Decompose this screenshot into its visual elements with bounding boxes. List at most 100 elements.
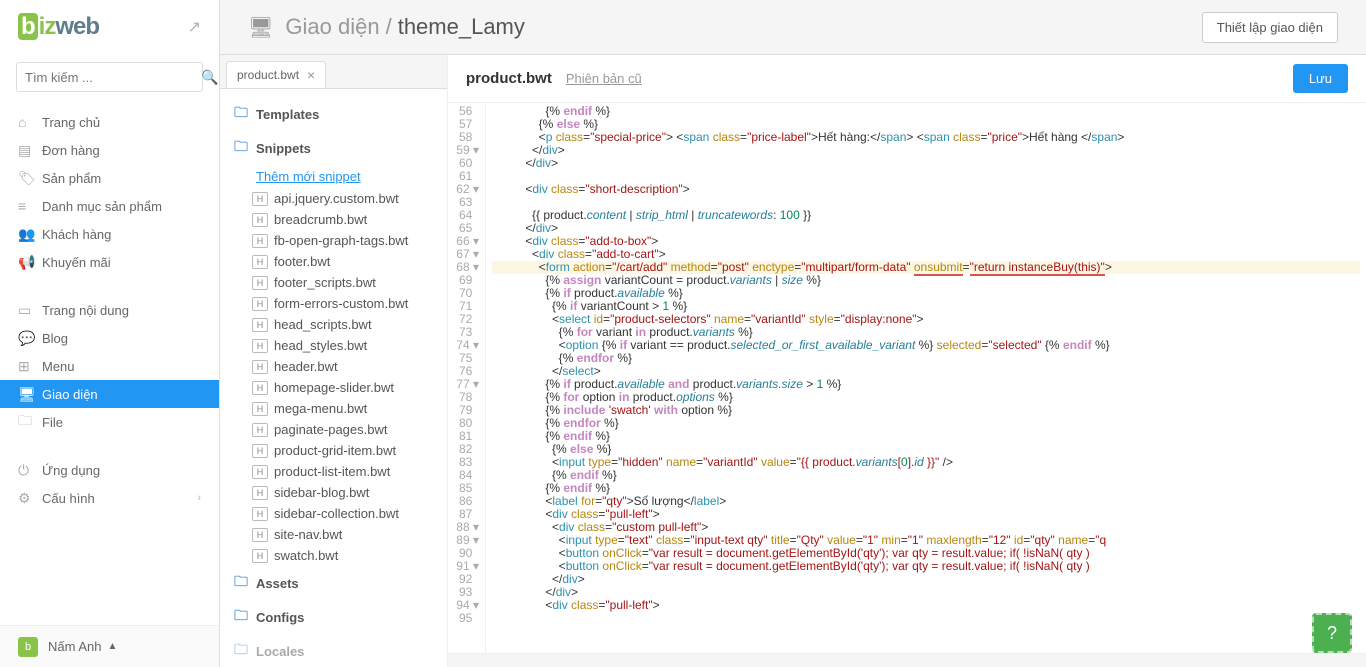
folder-icon: 🗀 (234, 605, 248, 629)
file-icon: H (252, 465, 268, 479)
code-content[interactable]: {% endif %} {% else %} <p class="special… (486, 103, 1366, 653)
orders-icon: ▤ (18, 142, 42, 159)
file-icon: H (252, 360, 268, 374)
folder-locales[interactable]: 🗀Locales (220, 634, 447, 667)
search-box[interactable]: 🔍 (16, 62, 203, 92)
page-header: 🖥 Giao diện / theme_Lamy Thiết lập giao … (220, 0, 1366, 54)
search-input[interactable] (25, 70, 201, 85)
folder-icon: 🗀 (234, 136, 248, 160)
editor-tabs: product.bwt × (220, 55, 447, 89)
megaphone-icon: 📢 (18, 254, 42, 271)
file-icon: H (252, 381, 268, 395)
help-button[interactable]: ? (1312, 613, 1352, 653)
horizontal-scrollbar[interactable] (448, 653, 1366, 667)
old-version-link[interactable]: Phiên bản cũ (566, 71, 642, 86)
sidebar: bizweb ↗ 🔍 ⌂Trang chủ ▤Đơn hàng 🏷Sản phẩ… (0, 0, 220, 667)
tag-icon: 🏷 (18, 170, 42, 187)
save-button[interactable]: Lưu (1293, 64, 1348, 93)
nav-theme[interactable]: 🖥Giao diện (0, 380, 219, 408)
monitor-icon: 🖥 (18, 386, 42, 403)
file-tree[interactable]: 🗀Templates 🗀Snippets Thêm mới snippet Ha… (220, 89, 447, 667)
folder-icon: 🗀 (234, 571, 248, 595)
folder-templates[interactable]: 🗀Templates (220, 97, 447, 131)
nav-pages[interactable]: ▭Trang nội dung (0, 296, 219, 324)
nav-home[interactable]: ⌂Trang chủ (0, 108, 219, 136)
breadcrumb-sep: / (386, 14, 392, 40)
file-item[interactable]: Hapi.jquery.custom.bwt (220, 188, 447, 209)
nav-blog[interactable]: 💬Blog (0, 324, 219, 352)
file-icon: H (252, 507, 268, 521)
file-icon: H (252, 192, 268, 206)
file-icon: H (252, 528, 268, 542)
gears-icon: ⚙ (18, 490, 42, 507)
file-item[interactable]: Hfooter.bwt (220, 251, 447, 272)
file-icon: H (252, 213, 268, 227)
nav-customers[interactable]: 👥Khách hàng (0, 220, 219, 248)
nav-promotions[interactable]: 📢Khuyến mãi (0, 248, 219, 276)
nav-products[interactable]: 🏷Sản phẩm (0, 164, 219, 192)
editor-filename: product.bwt (466, 70, 552, 87)
editor-header: product.bwt Phiên bản cũ Lưu (448, 55, 1366, 103)
file-icon: H (252, 423, 268, 437)
file-item[interactable]: Hhead_scripts.bwt (220, 314, 447, 335)
file-item[interactable]: Hform-errors-custom.bwt (220, 293, 447, 314)
file-item[interactable]: Hmega-menu.bwt (220, 398, 447, 419)
file-icon: H (252, 549, 268, 563)
folder-icon: 🗀 (18, 410, 42, 434)
folder-configs[interactable]: 🗀Configs (220, 600, 447, 634)
file-icon: H (252, 255, 268, 269)
file-item[interactable]: Hsidebar-blog.bwt (220, 482, 447, 503)
file-icon: H (252, 402, 268, 416)
workspace: product.bwt × 🗀Templates 🗀Snippets Thêm … (220, 54, 1366, 667)
nav-file[interactable]: 🗀File (0, 408, 219, 436)
file-item[interactable]: Hproduct-list-item.bwt (220, 461, 447, 482)
line-gutter: 56 57 58 59 ▾ 60 61 62 ▾ 63 64 65 66 ▾ 6… (448, 103, 486, 653)
file-item[interactable]: Hfooter_scripts.bwt (220, 272, 447, 293)
folder-icon: 🗀 (234, 102, 248, 126)
logo[interactable]: bizweb (18, 13, 99, 41)
code-editor[interactable]: 56 57 58 59 ▾ 60 61 62 ▾ 63 64 65 66 ▾ 6… (448, 103, 1366, 653)
list-icon: ≡ (18, 198, 42, 214)
nav-config[interactable]: ⚙Cấu hình› (0, 484, 219, 512)
chat-icon: 💬 (18, 330, 42, 347)
editor-panel: product.bwt Phiên bản cũ Lưu 56 57 58 59… (448, 55, 1366, 667)
file-item[interactable]: Hsidebar-collection.bwt (220, 503, 447, 524)
search-icon[interactable]: 🔍 (201, 69, 218, 86)
file-item[interactable]: Hhomepage-slider.bwt (220, 377, 447, 398)
file-item[interactable]: Hpaginate-pages.bwt (220, 419, 447, 440)
user-menu[interactable]: b Nấm Anh ▲ (0, 625, 219, 667)
file-icon: H (252, 444, 268, 458)
file-icon: H (252, 297, 268, 311)
setup-theme-button[interactable]: Thiết lập giao diện (1202, 12, 1338, 43)
users-icon: 👥 (18, 226, 42, 243)
nav-menu[interactable]: ⊞Menu (0, 352, 219, 380)
main: 🖥 Giao diện / theme_Lamy Thiết lập giao … (220, 0, 1366, 667)
file-icon: H (252, 234, 268, 248)
tab-product[interactable]: product.bwt × (226, 61, 326, 88)
file-icon: H (252, 318, 268, 332)
file-item[interactable]: Hfb-open-graph-tags.bwt (220, 230, 447, 251)
page-icon: ▭ (18, 302, 42, 319)
close-icon[interactable]: × (307, 67, 315, 83)
folder-assets[interactable]: 🗀Assets (220, 566, 447, 600)
nav-orders[interactable]: ▤Đơn hàng (0, 136, 219, 164)
file-icon: H (252, 276, 268, 290)
home-icon: ⌂ (18, 114, 42, 130)
file-item[interactable]: Hsite-nav.bwt (220, 524, 447, 545)
file-item[interactable]: Hhead_styles.bwt (220, 335, 447, 356)
logo-area: bizweb ↗ (0, 0, 219, 54)
file-item[interactable]: Hheader.bwt (220, 356, 447, 377)
user-name: Nấm Anh (48, 639, 101, 654)
folder-snippets[interactable]: 🗀Snippets (220, 131, 447, 165)
breadcrumb-link[interactable]: Giao diện (285, 14, 379, 40)
file-item[interactable]: Hswatch.bwt (220, 545, 447, 566)
monitor-icon: 🖥 (248, 15, 273, 40)
file-item[interactable]: Hproduct-grid-item.bwt (220, 440, 447, 461)
external-link-icon[interactable]: ↗ (188, 17, 201, 37)
nav-apps[interactable]: ⏻Ứng dụng (0, 456, 219, 484)
file-icon: H (252, 486, 268, 500)
power-icon: ⏻ (18, 462, 42, 479)
file-item[interactable]: Hbreadcrumb.bwt (220, 209, 447, 230)
nav-catalog[interactable]: ≡Danh mục sản phẩm (0, 192, 219, 220)
add-snippet-link[interactable]: Thêm mới snippet (220, 165, 447, 188)
